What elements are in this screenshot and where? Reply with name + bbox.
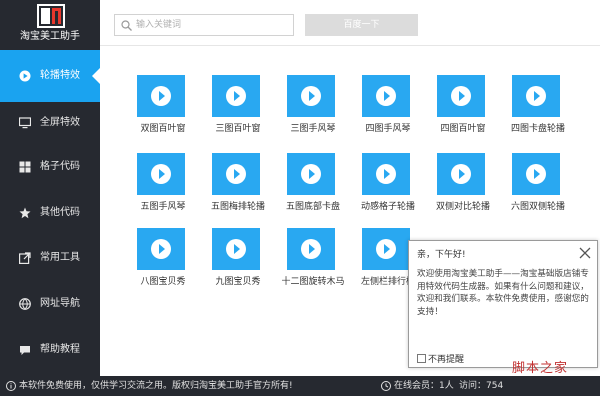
effect-thumbnail — [212, 75, 260, 117]
effect-label: 八图宝贝秀 — [140, 277, 186, 287]
watermark: 脚本之家 — [512, 361, 569, 376]
effect-tile[interactable]: 四图百叶窗 — [427, 47, 499, 134]
play-icon — [526, 86, 546, 106]
play-icon — [376, 239, 396, 259]
sidebar-item-site-navigation[interactable]: 网址导航 — [0, 278, 100, 330]
effect-tile[interactable]: 四图卡盘轮播 — [502, 47, 574, 134]
effect-thumbnail — [287, 75, 335, 117]
play-icon — [151, 164, 171, 184]
effect-thumbnail — [212, 228, 260, 270]
search-icon — [121, 20, 132, 31]
effect-thumbnail — [362, 75, 410, 117]
status-notice: 本软件免费使用，仅供学习交流之用。版权归淘宝美工助手官方所有! — [19, 381, 293, 391]
effect-thumbnail — [362, 228, 410, 270]
info-icon — [6, 381, 16, 391]
effect-label: 十二图旋转木马 — [281, 277, 345, 287]
popup-message: 欢迎使用淘宝美工助手——淘宝基础版店铺专用特效代码生成器。如果有什么问题和建议，… — [417, 269, 589, 317]
sidebar-item-label: 轮播特效 — [40, 70, 80, 81]
welcome-popup: 亲，下午好! 欢迎使用淘宝美工助手——淘宝基础版店铺专用特效代码生成器。如果有什… — [408, 240, 598, 368]
effect-tile[interactable]: 六图双侧轮播 — [502, 125, 574, 212]
effect-thumbnail — [512, 153, 560, 195]
effect-label: 双侧对比轮播 — [435, 202, 490, 212]
play-icon — [451, 86, 471, 106]
checkbox-box[interactable] — [417, 354, 426, 363]
effect-tile[interactable]: 五图梅排轮播 — [202, 125, 274, 212]
play-icon — [151, 86, 171, 106]
external-link-icon — [19, 252, 31, 264]
effect-tile[interactable]: 四图手风琴 — [352, 47, 424, 134]
effect-label: 六图双侧轮播 — [510, 202, 565, 212]
popup-header: 亲，下午好! — [409, 241, 597, 265]
play-icon — [376, 86, 396, 106]
effect-tile[interactable]: 五图手风琴 — [127, 125, 199, 212]
effect-thumbnail — [437, 75, 485, 117]
effect-tile[interactable]: 五图底部卡盘 — [277, 125, 349, 212]
play-icon — [376, 164, 396, 184]
effect-thumbnail — [287, 228, 335, 270]
active-indicator-arrow — [92, 68, 100, 84]
effect-tile[interactable]: 三图手风琴 — [277, 47, 349, 134]
play-icon — [301, 164, 321, 184]
sidebar-item-label: 帮助教程 — [40, 344, 80, 355]
effect-thumbnail — [512, 75, 560, 117]
effect-tile[interactable]: 三图百叶窗 — [202, 47, 274, 134]
close-icon[interactable] — [577, 245, 593, 261]
effect-label: 九图宝贝秀 — [215, 277, 261, 287]
effect-thumbnail — [212, 153, 260, 195]
effect-thumbnail — [362, 153, 410, 195]
play-icon — [301, 86, 321, 106]
popup-title: 亲，下午好! — [417, 250, 466, 260]
sidebar-item-label: 全屏特效 — [40, 117, 80, 128]
globe-icon — [19, 298, 31, 310]
sidebar-item-label: 网址导航 — [40, 298, 80, 309]
effect-tile[interactable]: 十二图旋转木马 — [277, 200, 349, 287]
sidebar-item-grid-code[interactable]: 格子代码 — [0, 141, 100, 193]
top-bar: 百度一下 — [100, 0, 600, 46]
play-icon — [451, 164, 471, 184]
checkbox-label: 不再提醒 — [428, 355, 465, 365]
sidebar: 淘宝美工助手 轮播特效 全屏特效 格子代码 其他代码 常用工具 网址导航 帮助教… — [0, 0, 100, 376]
app-title: 淘宝美工助手 — [20, 31, 80, 42]
visit-count: 访问：754 — [459, 381, 504, 391]
effect-thumbnail — [287, 153, 335, 195]
baidu-search-button[interactable]: 百度一下 — [305, 14, 418, 36]
effect-tile[interactable]: 八图宝贝秀 — [127, 200, 199, 287]
effect-thumbnail — [437, 153, 485, 195]
app-logo: 淘宝美工助手 — [0, 0, 100, 46]
sidebar-item-common-tools[interactable]: 常用工具 — [0, 232, 100, 284]
play-icon — [526, 164, 546, 184]
clock-icon — [381, 381, 391, 391]
effect-tile[interactable]: 九图宝贝秀 — [202, 200, 274, 287]
play-icon — [301, 239, 321, 259]
app-logo-icon — [37, 4, 65, 28]
search-box — [114, 14, 294, 36]
dont-remind-checkbox[interactable]: 不再提醒 — [417, 352, 464, 365]
effect-tile[interactable]: 双侧对比轮播 — [427, 125, 499, 212]
sidebar-item-help-tutorial[interactable]: 帮助教程 — [0, 324, 100, 376]
effect-thumbnail — [137, 228, 185, 270]
play-icon — [226, 86, 246, 106]
star-icon — [19, 207, 31, 219]
sidebar-item-carousel-effects[interactable]: 轮播特效 — [0, 50, 100, 102]
chat-icon — [20, 346, 30, 355]
effect-thumbnail — [137, 75, 185, 117]
online-members: 在线会员：1人 — [394, 381, 454, 391]
effect-tile[interactable]: 动感格子轮播 — [352, 125, 424, 212]
monitor-icon — [19, 117, 31, 129]
effect-thumbnail — [137, 153, 185, 195]
sidebar-item-label: 格子代码 — [40, 161, 80, 172]
play-icon — [226, 239, 246, 259]
play-icon — [226, 164, 246, 184]
play-icon — [151, 239, 171, 259]
status-bar: 本软件免费使用，仅供学习交流之用。版权归淘宝美工助手官方所有! 在线会员：1人 … — [0, 376, 600, 396]
search-input[interactable] — [136, 17, 286, 33]
grid-icon — [19, 161, 31, 173]
effect-tile[interactable]: 双图百叶窗 — [127, 47, 199, 134]
sidebar-item-label: 常用工具 — [40, 252, 80, 263]
sidebar-item-label: 其他代码 — [40, 207, 80, 218]
play-icon — [19, 70, 31, 82]
